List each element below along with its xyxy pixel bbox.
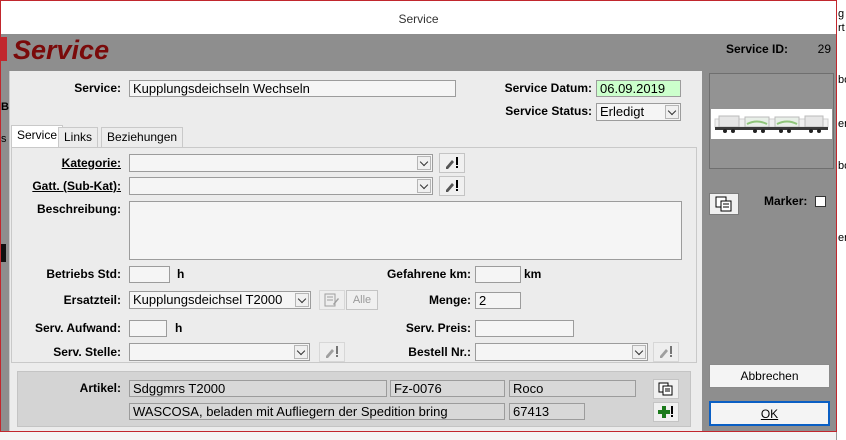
gefahrene-km-label: Gefahrene km: [386,267,471,281]
beschreibung-label: Beschreibung: [36,202,121,216]
service-id-label: Service ID: [726,42,789,56]
gatt-edit-button[interactable] [439,176,465,196]
artikel-beschreibung-field: WASCOSA, beladen mit Aufliegern der Sped… [129,403,505,420]
artikel-nummer-field: Fz-0076 [390,380,505,397]
service-dialog: Service Service Service ID: 29 B s Servi… [0,0,837,432]
tab-links[interactable]: Links [58,127,99,147]
artikel-copy-button[interactable] [653,379,679,399]
service-status-value: Erledigt [600,104,645,119]
serv-stelle-edit-button[interactable] [319,342,345,362]
artikel-hersteller-field: Roco [509,380,636,397]
background-right-edge [836,0,846,440]
plus-exclaim-icon [658,406,673,418]
kategorie-label: Kategorie: [61,156,121,170]
service-status-select[interactable]: Erledigt [596,103,681,121]
gatt-label: Gatt. (Sub-Kat): [32,179,121,193]
artikel-label: Artikel: [79,381,121,395]
page-title: Service [13,35,110,65]
beschreibung-textarea[interactable] [129,201,682,260]
article-photo [711,109,832,139]
artikel-nummer2-field: 67413 [509,403,585,420]
tab-beziehungen[interactable]: Beziehungen [101,127,184,147]
serv-stelle-select[interactable] [129,343,310,361]
gefahrene-km-unit: km [524,267,542,281]
background-text-fragment: bo [838,74,846,86]
cancel-button[interactable]: Abbrechen [709,364,830,388]
pencil-exclaim-icon [446,180,458,192]
artikel-add-button[interactable] [653,402,679,422]
chevron-down-icon[interactable] [295,293,309,307]
background-dark-fragment [1,244,6,262]
gatt-select[interactable] [129,177,433,195]
background-text-fragment: g [838,8,845,20]
serv-preis-label: Serv. Preis: [405,321,471,335]
copy-pages-icon [715,196,732,212]
serv-preis-field[interactable] [475,320,574,337]
chevron-down-icon[interactable] [665,105,679,119]
marker-checkbox[interactable] [815,196,826,207]
bestell-nr-edit-button[interactable] [653,342,679,362]
kategorie-edit-button[interactable] [439,153,465,173]
background-text-fragment: B [1,101,9,113]
menge-label: Menge: [429,293,471,307]
service-date-field[interactable]: 06.09.2019 [596,80,681,97]
train-image [714,115,829,133]
service-name-field[interactable]: Kupplungsdeichseln Wechseln [129,80,456,97]
pencil-exclaim-icon [326,346,338,358]
serv-aufwand-field[interactable] [129,320,167,337]
ersatzteil-label: Ersatzteil: [63,293,121,307]
background-text-fragment: rt [838,22,845,34]
ok-button-label: OK [760,406,779,421]
window-title: Service [398,12,439,26]
pencil-exclaim-icon [446,157,458,169]
background-text-fragment: er [838,232,846,244]
betriebs-std-label: Betriebs Std: [46,267,121,281]
artikel-name-field: Sdggmrs T2000 [129,380,387,397]
marker-label: Marker: [764,194,808,208]
ok-button[interactable]: OK [709,401,830,426]
chevron-down-icon[interactable] [632,345,646,359]
bestell-nr-select[interactable] [475,343,648,361]
betriebs-std-unit: h [177,267,185,281]
serv-stelle-label: Serv. Stelle: [53,345,121,359]
ersatzteil-edit-button[interactable] [319,290,345,310]
chevron-down-icon[interactable] [417,156,431,170]
serv-aufwand-unit: h [175,321,183,335]
chevron-down-icon[interactable] [294,345,308,359]
background-text-fragment: s [1,133,7,145]
service-date-label: Service Datum: [504,81,592,95]
chevron-down-icon[interactable] [417,179,431,193]
background-text-fragment: bo [838,160,846,172]
ersatzteil-select[interactable]: Kupplungsdeichsel T2000 [129,291,311,309]
gefahrene-km-field[interactable] [475,266,521,283]
pencil-exclaim-icon [660,346,672,358]
note-edit-icon [324,293,339,307]
background-red-fragment [1,37,7,61]
serv-aufwand-label: Serv. Aufwand: [34,321,121,335]
cancel-button-label: Abbrechen [740,369,799,383]
background-text-fragment: er [838,118,846,130]
menge-field[interactable]: 2 [475,292,521,309]
service-id-value: 29 [817,42,831,56]
copy-pages-icon [658,382,673,396]
photo-copy-button[interactable] [709,193,739,215]
ersatzteil-value: Kupplungsdeichsel T2000 [133,292,283,307]
betriebs-std-field[interactable] [129,266,170,283]
bestell-nr-label: Bestell Nr.: [408,345,471,359]
service-status-label: Service Status: [505,104,592,118]
tab-service[interactable]: Service [11,125,64,148]
kategorie-select[interactable] [129,154,433,172]
service-label: Service: [74,81,121,95]
